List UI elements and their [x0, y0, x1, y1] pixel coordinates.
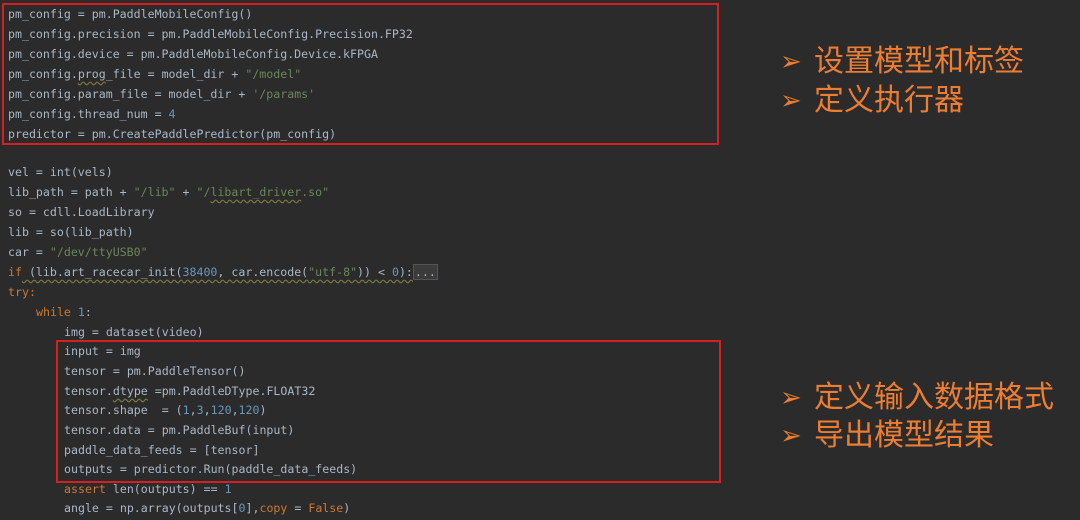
keyword: if [8, 265, 22, 279]
code-text: so = cdll.LoadLibrary [8, 205, 155, 219]
code-line-25: angle = np.array(outputs[0],copy = False… [64, 498, 350, 518]
code-text: lib = so(lib_path) [8, 225, 134, 239]
highlight-box-inference [56, 340, 721, 483]
bullet-text: 定义执行器 [814, 83, 964, 118]
bullet-text: 导出模型结果 [814, 418, 994, 453]
code-line-10: so = cdll.LoadLibrary [8, 202, 155, 222]
code-line-12: car = "/dev/ttyUSB0" [8, 242, 148, 262]
keyword: False [308, 501, 344, 515]
folded-code-placeholder[interactable]: ... [412, 264, 438, 280]
keyword: try: [8, 285, 36, 299]
code-line-8: vel = int(vels) [8, 162, 113, 182]
bullet-setup-model: ➢ 设置模型和标签 [780, 44, 1024, 80]
arrow-bullet-icon: ➢ [780, 47, 802, 77]
string-literal: "/ [196, 185, 211, 199]
number-literal: 0 [391, 265, 399, 279]
string-literal: "/dev/ttyUSB0" [49, 245, 148, 259]
number-literal: 1 [224, 482, 232, 496]
code-text: , car.encode( [217, 265, 309, 279]
bullet-define-input-format: ➢ 定义输入数据格式 [780, 380, 1054, 416]
code-editor[interactable]: pm_config = pm.PaddleMobileConfig() pm_c… [0, 0, 728, 520]
string-literal: .so" [301, 185, 330, 199]
code-text: img = dataset(video) [64, 325, 204, 339]
code-line-9: lib_path = path + "/lib" + "/libart_driv… [8, 182, 329, 202]
keyword: copy [259, 501, 288, 515]
code-text: len(outputs) == [105, 482, 225, 496]
code-text: ): [398, 265, 413, 279]
bullet-export-results: ➢ 导出模型结果 [780, 418, 994, 454]
code-line-11: lib = so(lib_path) [8, 222, 134, 242]
code-text: lib_path = path + [8, 185, 134, 199]
string-literal: "/lib" [133, 185, 176, 199]
code-text: car = [8, 245, 50, 259]
code-text: ) [343, 501, 351, 515]
string-literal: "utf-8" [308, 265, 358, 279]
code-line-15: while 1: [36, 302, 92, 322]
code-text: = [287, 501, 309, 515]
keyword: assert [64, 482, 106, 496]
bullet-text: 设置模型和标签 [814, 44, 1024, 79]
code-text: angle = np.array(outputs[ [64, 501, 239, 515]
keyword: while [36, 305, 71, 319]
arrow-bullet-icon: ➢ [780, 86, 802, 116]
squiggle-warning: (lib.art_racecar_init(38400, car.encode(… [22, 265, 413, 279]
code-line-16: img = dataset(video) [64, 322, 204, 342]
code-text: + [175, 185, 197, 199]
arrow-bullet-icon: ➢ [780, 421, 802, 451]
arrow-bullet-icon: ➢ [780, 383, 802, 413]
bullet-text: 定义输入数据格式 [814, 380, 1054, 415]
number-literal: 1 [77, 305, 85, 319]
code-text: vel = int(vels) [8, 165, 113, 179]
code-line-14: try: [8, 282, 36, 302]
number-literal: 0 [238, 501, 246, 515]
bullet-define-executor: ➢ 定义执行器 [780, 83, 964, 119]
code-text: : [84, 305, 92, 319]
code-text: ], [245, 501, 260, 515]
highlight-box-config [2, 3, 719, 145]
code-text: (lib.art_racecar_init( [21, 265, 183, 279]
number-literal: 38400 [182, 265, 218, 279]
string-literal: libart_driver [210, 185, 302, 199]
code-line-13: if (lib.art_racecar_init(38400, car.enco… [8, 262, 438, 282]
code-text: )) < [357, 265, 392, 279]
